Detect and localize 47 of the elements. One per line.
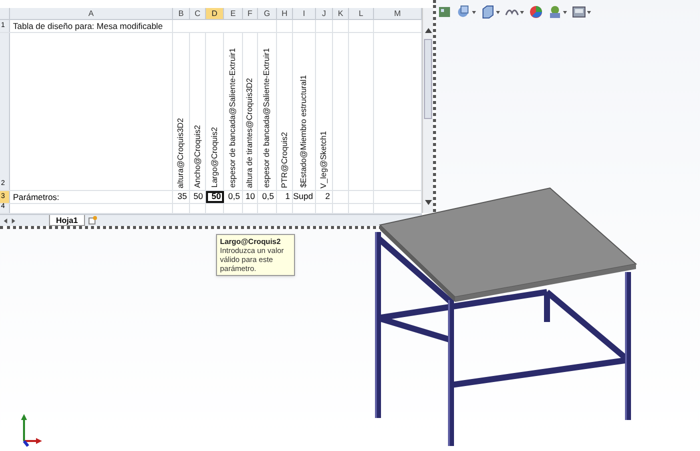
column-header[interactable]: L bbox=[349, 8, 374, 19]
axis-triad-icon bbox=[18, 413, 44, 447]
insert-sheet-icon[interactable] bbox=[88, 216, 97, 225]
value-cell[interactable]: 1 bbox=[277, 191, 293, 203]
value-cell[interactable]: 0,5 bbox=[258, 191, 277, 203]
column-header[interactable]: A bbox=[10, 8, 173, 19]
column-header[interactable]: I bbox=[293, 8, 316, 19]
parameter-name-cell: Largo@Croquis2 bbox=[210, 127, 220, 188]
column-header[interactable]: H bbox=[277, 8, 293, 19]
sheet-tab[interactable]: Hoja1 bbox=[49, 215, 85, 226]
previous-sheet-icon[interactable] bbox=[3, 216, 8, 224]
value-cell[interactable]: 10 bbox=[243, 191, 258, 203]
parameter-name-cell: $Estado@Miembro estructural1 bbox=[299, 75, 309, 188]
parameter-name-cell: altura@Croquis3D2 bbox=[176, 118, 186, 188]
value-cell[interactable]: 2 bbox=[316, 191, 333, 203]
column-header[interactable]: G bbox=[258, 8, 277, 19]
column-header[interactable]: E bbox=[224, 8, 243, 19]
column-header[interactable]: J bbox=[316, 8, 333, 19]
caret-icon[interactable] bbox=[520, 10, 524, 14]
title-cell: Tabla de diseño para: Mesa modificable bbox=[13, 21, 163, 32]
parameter-name-cell: V_leg@Sketch1 bbox=[319, 130, 329, 188]
value-cell[interactable]: 0,5 bbox=[224, 191, 243, 203]
parameter-name-cell: PTR@Croquis2 bbox=[280, 132, 290, 188]
value-cell[interactable]: 50 bbox=[190, 191, 206, 203]
column-header[interactable]: B bbox=[173, 8, 190, 19]
parameter-name-cell: espesor de bancada@Saliente-Extruir1 bbox=[228, 48, 238, 188]
value-cell[interactable]: Supd bbox=[293, 191, 316, 203]
scroll-up-icon[interactable] bbox=[424, 28, 432, 33]
scroll-down-icon[interactable] bbox=[424, 200, 432, 205]
scroll-thumb[interactable] bbox=[424, 39, 432, 119]
value-cell[interactable]: 50 bbox=[206, 191, 224, 203]
caret-icon[interactable] bbox=[563, 10, 567, 14]
caret-icon[interactable] bbox=[587, 10, 591, 14]
column-header[interactable]: F bbox=[243, 8, 258, 19]
next-sheet-icon[interactable] bbox=[11, 216, 16, 224]
parameter-name-cell: Ancho@Croquis2 bbox=[192, 125, 202, 188]
row-label-cell: Parámetros: bbox=[10, 191, 173, 203]
column-header[interactable]: K bbox=[333, 8, 349, 19]
caret-icon[interactable] bbox=[496, 10, 500, 14]
column-header[interactable]: D bbox=[206, 8, 224, 19]
vertical-scrollbar[interactable] bbox=[422, 8, 433, 213]
parameter-name-cell: espesor de bancada@Saliente-Extruir1 bbox=[262, 48, 272, 188]
parameter-name-cell: altura de tirantes@Croquis3D2 bbox=[245, 78, 255, 188]
column-header[interactable]: M bbox=[374, 8, 422, 19]
column-header[interactable]: C bbox=[190, 8, 206, 19]
value-cell[interactable]: 35 bbox=[173, 191, 190, 203]
caret-icon[interactable] bbox=[472, 10, 476, 14]
